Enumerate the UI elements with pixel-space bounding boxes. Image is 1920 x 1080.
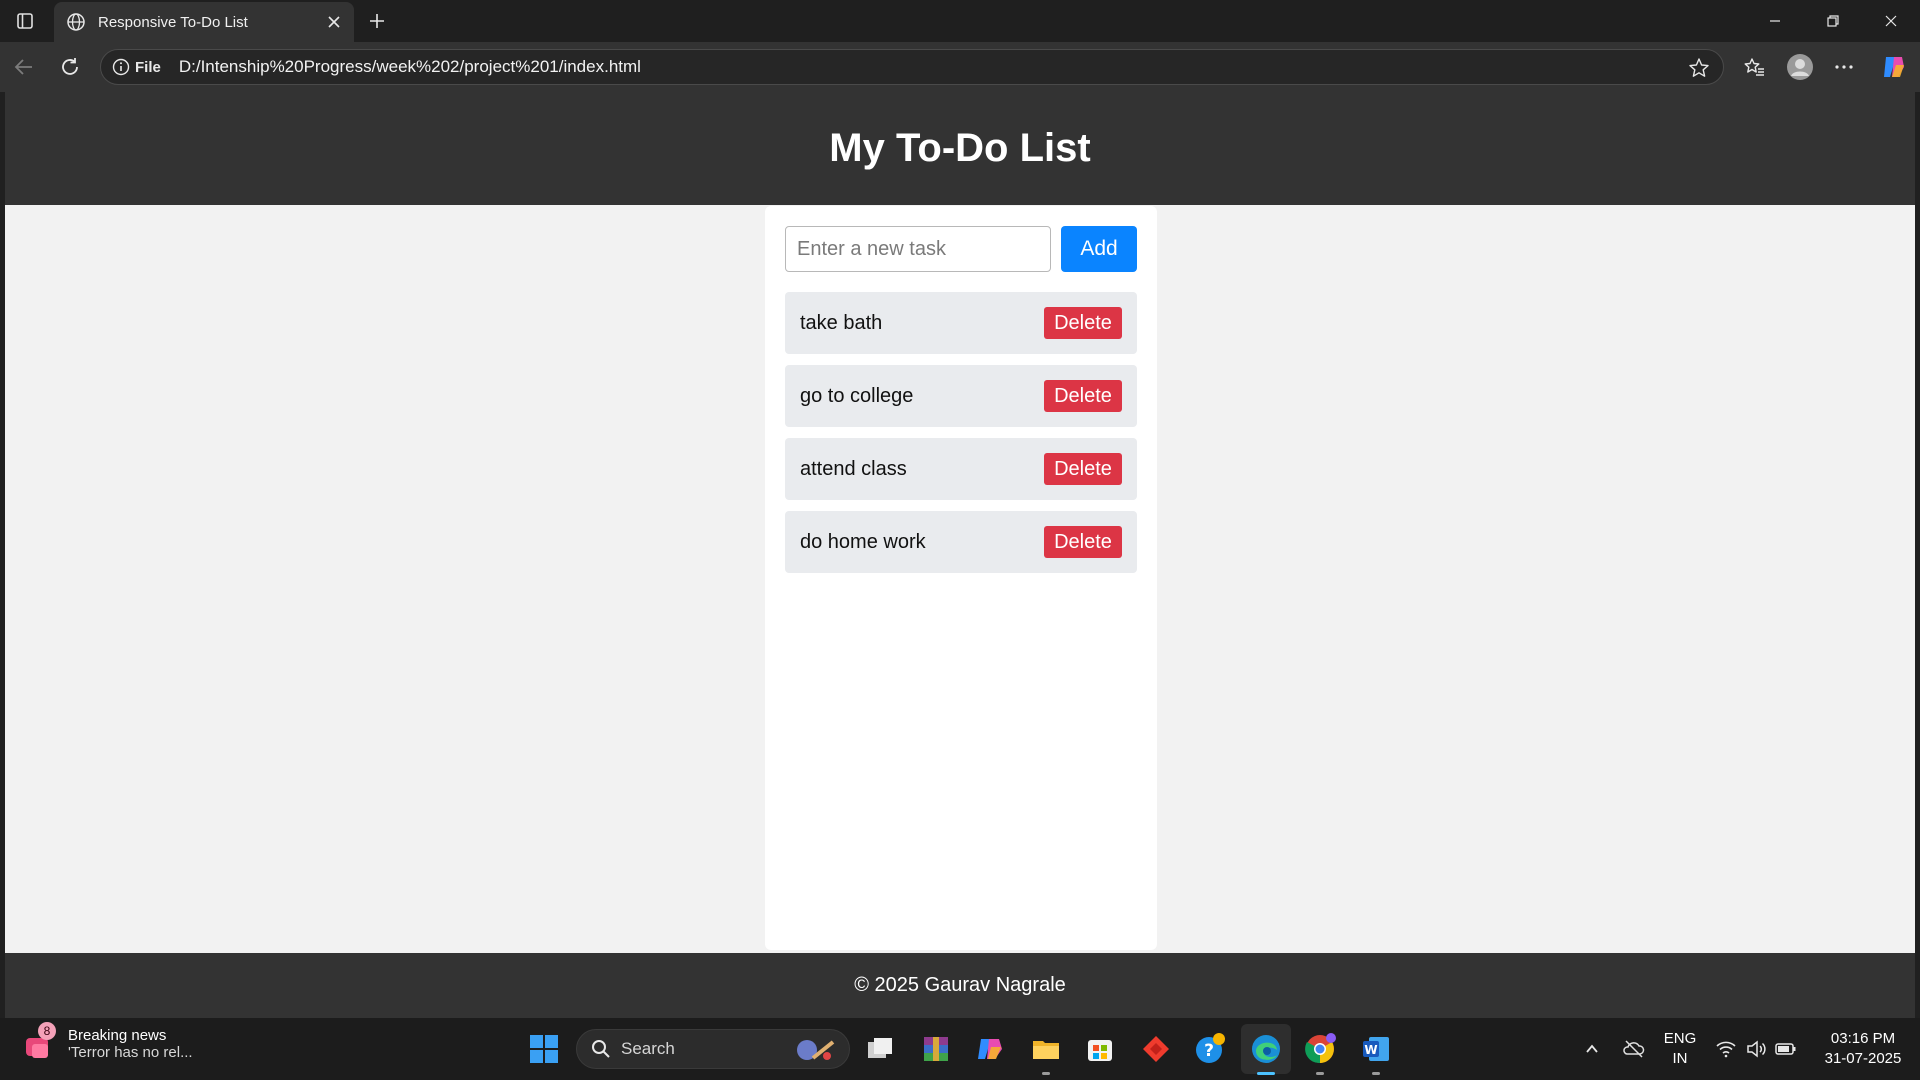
refresh-icon[interactable] (54, 51, 86, 83)
browser-toolbar: File D:/Intenship%20Progress/week%202/pr… (0, 42, 1920, 92)
back-icon[interactable] (8, 51, 40, 83)
taskbar: 8 Breaking news 'Terror has no rel... Se… (0, 1018, 1920, 1080)
svg-text:?: ? (1204, 1041, 1214, 1061)
tab-title: Responsive To-Do List (98, 13, 248, 31)
address-url[interactable]: D:/Intenship%20Progress/week%202/project… (179, 57, 641, 77)
cloud-offline-icon[interactable] (1616, 1031, 1652, 1067)
battery-icon[interactable] (1768, 1031, 1804, 1067)
delete-button[interactable]: Delete (1044, 307, 1122, 339)
copilot-icon[interactable] (1878, 51, 1910, 83)
page-header: My To-Do List (5, 92, 1915, 205)
running-indicator (1316, 1072, 1324, 1075)
add-button[interactable]: Add (1061, 226, 1137, 272)
task-view-icon[interactable] (862, 1031, 898, 1067)
microsoft-store-icon[interactable] (1082, 1031, 1118, 1067)
todo-card: Add take bath Delete go to college Delet… (765, 206, 1157, 950)
svg-text:W: W (1364, 1043, 1377, 1057)
taskbar-search[interactable]: Search (576, 1029, 850, 1069)
delete-button[interactable]: Delete (1044, 453, 1122, 485)
browser-tab[interactable]: Responsive To-Do List (54, 2, 354, 42)
task-input[interactable] (785, 226, 1051, 272)
delete-button[interactable]: Delete (1044, 380, 1122, 412)
language-line1: ENG (1663, 1030, 1697, 1047)
restore-icon[interactable] (1804, 0, 1862, 42)
browser-tab-bar: Responsive To-Do List (0, 0, 1920, 42)
info-icon[interactable] (111, 57, 131, 77)
task-item: do home work Delete (785, 511, 1137, 573)
copilot-app-icon[interactable] (972, 1031, 1008, 1067)
favorites-icon[interactable] (1738, 51, 1770, 83)
tab-actions-icon[interactable] (10, 8, 40, 34)
edge-icon[interactable] (1248, 1031, 1284, 1067)
task-text: do home work (800, 530, 926, 553)
page-footer: © 2025 Gaurav Nagrale (5, 953, 1915, 1018)
running-indicator (1257, 1072, 1275, 1075)
task-text: attend class (800, 457, 907, 480)
search-icon (591, 1039, 611, 1059)
clock-date: 31-07-2025 (1824, 1050, 1902, 1067)
search-label: Search (621, 1039, 675, 1058)
news-widget[interactable]: 8 Breaking news 'Terror has no rel... (22, 1022, 193, 1062)
chevron-up-icon[interactable] (1574, 1031, 1610, 1067)
get-help-icon[interactable]: ? (1192, 1031, 1228, 1067)
anydesk-icon[interactable] (1138, 1031, 1174, 1067)
delete-button[interactable]: Delete (1044, 526, 1122, 558)
running-indicator (1372, 1072, 1380, 1075)
running-indicator (1042, 1072, 1050, 1075)
search-highlight-icon (793, 1036, 837, 1064)
windows-start-icon[interactable] (526, 1031, 562, 1067)
page-title: My To-Do List (829, 126, 1091, 170)
profile-icon[interactable] (1784, 51, 1816, 83)
news-title: Breaking news (68, 1027, 167, 1044)
file-explorer-icon[interactable] (1028, 1031, 1064, 1067)
address-bar[interactable]: File D:/Intenship%20Progress/week%202/pr… (100, 49, 1724, 85)
news-badge: 8 (38, 1022, 56, 1040)
close-icon[interactable] (320, 8, 348, 36)
task-text: take bath (800, 311, 883, 334)
task-item: take bath Delete (785, 292, 1137, 354)
more-icon[interactable] (1828, 51, 1860, 83)
clock-time: 03:16 PM (1830, 1030, 1896, 1047)
task-item: attend class Delete (785, 438, 1137, 500)
globe-icon (64, 10, 88, 34)
task-item: go to college Delete (785, 365, 1137, 427)
star-icon[interactable] (1687, 56, 1711, 80)
news-icon: 8 (22, 1022, 58, 1062)
plus-icon[interactable] (362, 6, 392, 36)
language-indicator[interactable]: ENG IN (1660, 1029, 1700, 1069)
clock[interactable]: 03:16 PM 31-07-2025 (1808, 1029, 1918, 1069)
window-close-icon[interactable] (1862, 0, 1920, 42)
news-subtitle: 'Terror has no rel... (68, 1044, 193, 1061)
footer-text: © 2025 Gaurav Nagrale (854, 974, 1066, 996)
winrar-icon[interactable] (918, 1031, 954, 1067)
task-list: take bath Delete go to college Delete at… (785, 292, 1137, 584)
page-viewport: My To-Do List Add take bath Delete go to… (5, 92, 1915, 1018)
language-line2: IN (1672, 1050, 1688, 1067)
word-icon[interactable]: W (1358, 1031, 1394, 1067)
address-scheme: File (135, 58, 161, 76)
chrome-icon[interactable] (1302, 1031, 1338, 1067)
minimize-icon[interactable] (1746, 0, 1804, 42)
task-text: go to college (800, 384, 914, 407)
